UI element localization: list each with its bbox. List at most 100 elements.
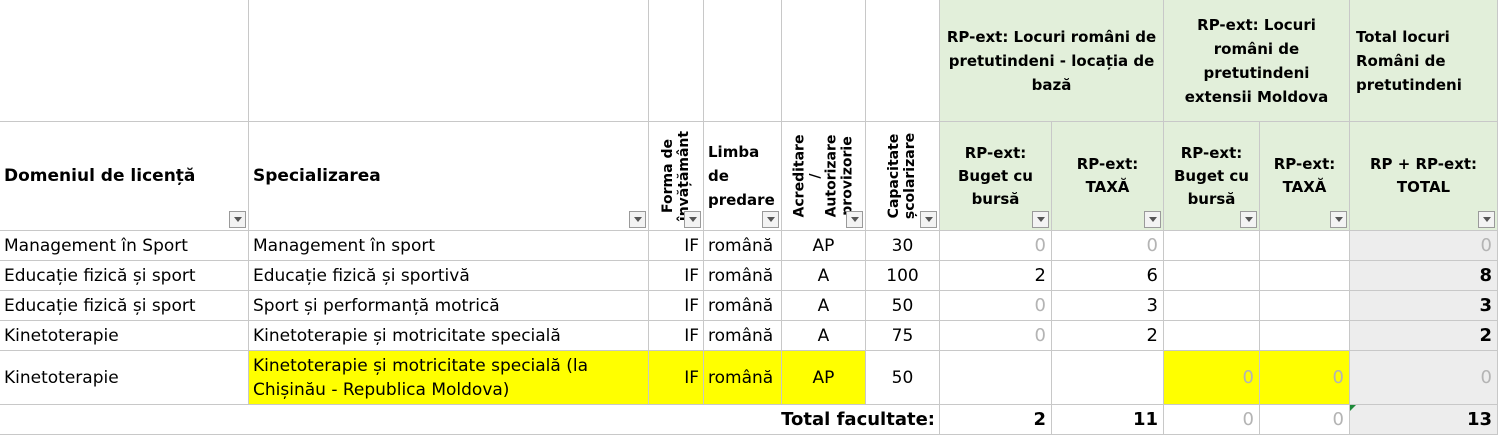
cell-specializare[interactable]: Sport și performanță motrică bbox=[249, 291, 649, 321]
cell-value: 50 bbox=[891, 367, 914, 388]
cell-value: IF bbox=[684, 265, 699, 286]
filter-dropdown-icon[interactable] bbox=[1330, 211, 1347, 228]
cell-capacitate[interactable]: 75 bbox=[866, 321, 940, 351]
cell-md-buget[interactable] bbox=[1164, 231, 1260, 261]
cell-total[interactable]: 0 bbox=[1350, 231, 1498, 261]
cell-value: 2 bbox=[1146, 325, 1158, 346]
col-header-limba: Limba de predare bbox=[704, 122, 782, 231]
cell-forma[interactable]: IF bbox=[649, 261, 704, 291]
cell-base-taxa[interactable]: 3 bbox=[1052, 291, 1164, 321]
cell-limba[interactable]: română bbox=[704, 351, 782, 405]
cell-value: 2 bbox=[1034, 265, 1046, 286]
group-header-moldova: RP-ext: Locuri români de pretutindeni ex… bbox=[1164, 0, 1350, 122]
cell-md-taxa[interactable] bbox=[1260, 291, 1350, 321]
cell-domeniu[interactable]: Kinetoterapie bbox=[0, 321, 249, 351]
cell-specializare[interactable]: Management în sport bbox=[249, 231, 649, 261]
cell-value: 8 bbox=[1479, 265, 1492, 286]
cell-capacitate[interactable]: 100 bbox=[866, 261, 940, 291]
cell-acreditare[interactable]: A bbox=[782, 261, 866, 291]
cell-acreditare[interactable]: A bbox=[782, 321, 866, 351]
total-grand[interactable]: 13 bbox=[1350, 405, 1498, 435]
total-md-buget[interactable]: 0 bbox=[1164, 405, 1260, 435]
cell-domeniu[interactable]: Educație fizică și sport bbox=[0, 261, 249, 291]
total-md-taxa[interactable]: 0 bbox=[1260, 405, 1350, 435]
cell-md-buget[interactable] bbox=[1164, 321, 1260, 351]
cell-domeniu[interactable]: Educație fizică și sport bbox=[0, 291, 249, 321]
filter-dropdown-icon[interactable] bbox=[920, 211, 937, 228]
cell-limba[interactable]: română bbox=[704, 321, 782, 351]
cell-value: 3 bbox=[1479, 295, 1492, 316]
cell-base-taxa[interactable]: 0 bbox=[1052, 231, 1164, 261]
cell-value: IF bbox=[684, 235, 699, 256]
cell-domeniu[interactable]: Kinetoterapie bbox=[0, 351, 249, 405]
cell-value: AP bbox=[812, 235, 835, 256]
cell-capacitate[interactable]: 30 bbox=[866, 231, 940, 261]
cell-specializare[interactable]: Kinetoterapie și motricitate specială bbox=[249, 321, 649, 351]
cell-total[interactable]: 2 bbox=[1350, 321, 1498, 351]
filter-dropdown-icon[interactable] bbox=[629, 211, 646, 228]
cell-limba[interactable]: română bbox=[704, 231, 782, 261]
cell-forma[interactable]: IF bbox=[649, 231, 704, 261]
cell-md-taxa[interactable] bbox=[1260, 321, 1350, 351]
col-header-domeniu: Domeniul de licență bbox=[0, 122, 249, 231]
cell-base-taxa[interactable]: 6 bbox=[1052, 261, 1164, 291]
cell-value: română bbox=[708, 265, 774, 286]
filter-dropdown-icon[interactable] bbox=[229, 211, 246, 228]
filter-dropdown-icon[interactable] bbox=[1032, 211, 1049, 228]
total-base-buget[interactable]: 2 bbox=[940, 405, 1052, 435]
cell-base-buget[interactable]: 0 bbox=[940, 231, 1052, 261]
cell-domeniu[interactable]: Management în Sport bbox=[0, 231, 249, 261]
filter-dropdown-icon[interactable] bbox=[762, 211, 779, 228]
col-header-base-buget: RP-ext: Buget cu bursă bbox=[940, 122, 1052, 231]
cell-forma[interactable]: IF bbox=[649, 351, 704, 405]
cell-value: română bbox=[708, 235, 774, 256]
filter-dropdown-icon[interactable] bbox=[1144, 211, 1161, 228]
cell-md-taxa[interactable]: 0 bbox=[1260, 351, 1350, 405]
cell-base-taxa[interactable] bbox=[1052, 351, 1164, 405]
cell-base-buget[interactable]: 0 bbox=[940, 321, 1052, 351]
filter-dropdown-icon[interactable] bbox=[1240, 211, 1257, 228]
cell-limba[interactable]: română bbox=[704, 291, 782, 321]
cell-value: 30 bbox=[891, 235, 914, 256]
cell-base-buget[interactable]: 0 bbox=[940, 291, 1052, 321]
cell-base-buget[interactable] bbox=[940, 351, 1052, 405]
filter-dropdown-icon[interactable] bbox=[684, 211, 701, 228]
cell-value: Educație fizică și sport bbox=[4, 265, 196, 286]
filter-dropdown-icon[interactable] bbox=[846, 211, 863, 228]
cell-total[interactable]: 8 bbox=[1350, 261, 1498, 291]
cell-base-buget[interactable]: 2 bbox=[940, 261, 1052, 291]
cell-value: 2 bbox=[1479, 325, 1492, 346]
cell-value: 3 bbox=[1146, 295, 1158, 316]
cell-specializare[interactable]: Educație fizică și sportivă bbox=[249, 261, 649, 291]
cell-md-buget[interactable] bbox=[1164, 261, 1260, 291]
cell-capacitate[interactable]: 50 bbox=[866, 291, 940, 321]
cell-value: Kinetoterapie bbox=[4, 367, 119, 388]
cell-value: IF bbox=[684, 325, 699, 346]
cell-value: română bbox=[708, 325, 774, 346]
cell-value: 75 bbox=[891, 325, 914, 346]
total-base-taxa[interactable]: 11 bbox=[1052, 405, 1164, 435]
cell-value: Management în Sport bbox=[4, 235, 188, 256]
group-header-total: Total locuri Români de pretutindeni bbox=[1350, 0, 1498, 122]
cell-acreditare[interactable]: A bbox=[782, 291, 866, 321]
cell-value: IF bbox=[684, 295, 699, 316]
cell-acreditare[interactable]: AP bbox=[782, 351, 866, 405]
cell-md-buget[interactable] bbox=[1164, 291, 1260, 321]
cell-value: română bbox=[708, 295, 774, 316]
cell-md-taxa[interactable] bbox=[1260, 231, 1350, 261]
cell-total[interactable]: 3 bbox=[1350, 291, 1498, 321]
cell-limba[interactable]: română bbox=[704, 261, 782, 291]
cell-specializare[interactable]: Kinetoterapie și motricitate specială (l… bbox=[249, 351, 649, 405]
cell-value: AP bbox=[812, 367, 835, 388]
filter-dropdown-icon[interactable] bbox=[1478, 211, 1495, 228]
cell-md-buget[interactable]: 0 bbox=[1164, 351, 1260, 405]
cell-forma[interactable]: IF bbox=[649, 321, 704, 351]
cell-md-taxa[interactable] bbox=[1260, 261, 1350, 291]
cell-acreditare[interactable]: AP bbox=[782, 231, 866, 261]
cell-total[interactable]: 0 bbox=[1350, 351, 1498, 405]
cell-value: 0 bbox=[1034, 325, 1046, 346]
cell-capacitate[interactable]: 50 bbox=[866, 351, 940, 405]
cell-base-taxa[interactable]: 2 bbox=[1052, 321, 1164, 351]
cell-forma[interactable]: IF bbox=[649, 291, 704, 321]
cell-value: A bbox=[817, 325, 830, 346]
